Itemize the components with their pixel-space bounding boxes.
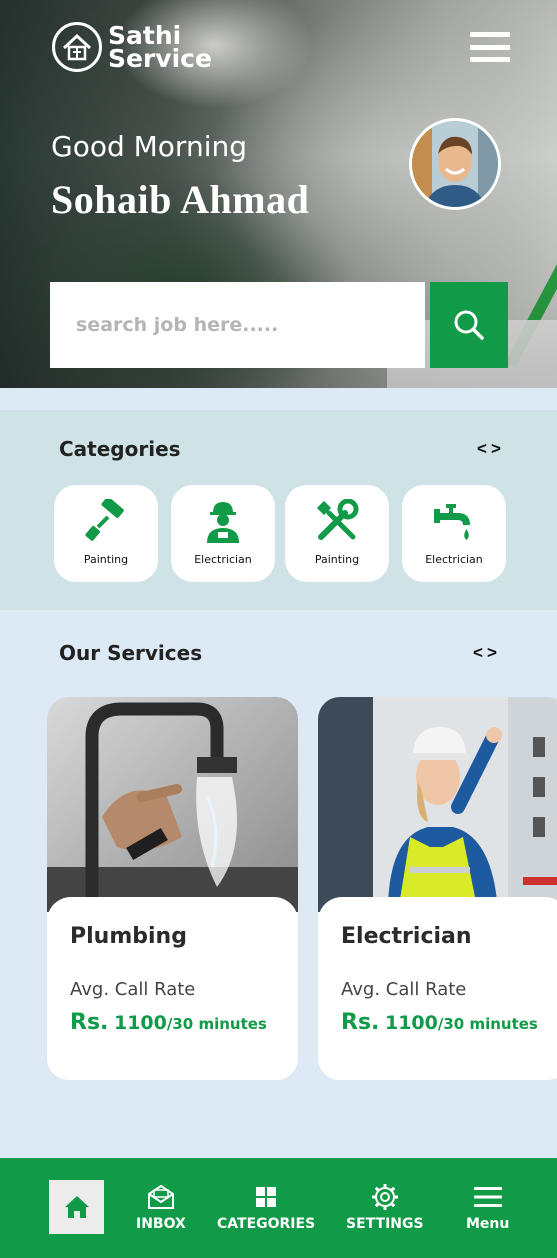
categories-next-button[interactable]: > <box>491 439 501 459</box>
search-input[interactable] <box>76 314 406 336</box>
plumbing-image <box>47 697 298 912</box>
avatar[interactable] <box>409 118 501 210</box>
service-name: Plumbing <box>70 924 187 949</box>
price-amount: 1100 <box>384 1012 438 1034</box>
category-label: Painting <box>314 553 360 566</box>
categories-prev-button[interactable]: < <box>477 439 487 459</box>
wrench-screwdriver-icon <box>315 499 359 543</box>
hamburger-menu-button[interactable] <box>470 32 510 62</box>
paint-roller-icon <box>84 499 128 543</box>
service-info: Plumbing Avg. Call Rate Rs. 1100/30 minu… <box>47 897 298 1080</box>
service-card-plumbing[interactable]: Plumbing Avg. Call Rate Rs. 1100/30 minu… <box>47 697 298 1080</box>
category-card-painting[interactable]: Painting <box>54 485 158 582</box>
service-card-electrician[interactable]: Electrician Avg. Call Rate Rs. 1100/30 m… <box>318 697 557 1080</box>
category-card-electrician[interactable]: Electrician <box>171 485 275 582</box>
search-box <box>50 282 425 368</box>
hamburger-icon <box>470 32 510 37</box>
price-currency: Rs. <box>70 1010 109 1035</box>
nav-label: CATEGORIES <box>217 1216 316 1232</box>
price-currency: Rs. <box>341 1010 380 1035</box>
category-card-painting-tools[interactable]: Painting <box>285 485 389 582</box>
envelope-icon <box>147 1182 175 1212</box>
grid-icon <box>255 1182 277 1212</box>
user-name: Sohaib Ahmad <box>51 177 310 222</box>
electrician-image <box>318 697 557 912</box>
nav-label: INBOX <box>136 1216 186 1232</box>
nav-settings[interactable]: SETTINGS <box>346 1182 424 1232</box>
categories-section: Categories < > Painting Electrician Pain… <box>0 410 557 610</box>
hamburger-bar <box>470 57 510 62</box>
services-section: Our Services < > Plumbing Avg. Call Rate… <box>0 612 557 1158</box>
search-button[interactable] <box>430 282 508 368</box>
logo-text: Sathi Service <box>108 23 212 73</box>
price-amount: 1100 <box>113 1012 167 1034</box>
services-arrows: < > <box>473 643 497 663</box>
service-info: Electrician Avg. Call Rate Rs. 1100/30 m… <box>318 897 557 1080</box>
price-period: /30 minutes <box>437 1015 538 1033</box>
service-name: Electrician <box>341 924 472 949</box>
categories-title: Categories <box>59 437 181 461</box>
logo-icon <box>52 22 102 72</box>
services-prev-button[interactable]: < <box>473 643 483 663</box>
price-period: /30 minutes <box>166 1015 267 1033</box>
water-tap-icon <box>432 499 476 543</box>
nav-label: SETTINGS <box>346 1216 424 1232</box>
nav-inbox[interactable]: INBOX <box>136 1182 186 1232</box>
services-title: Our Services <box>59 641 203 665</box>
service-price: Rs. 1100/30 minutes <box>70 1010 298 1035</box>
category-card-plumbing[interactable]: Electrician <box>402 485 506 582</box>
nav-label: Menu <box>466 1216 510 1232</box>
category-label: Painting <box>83 553 129 566</box>
hamburger-icon <box>473 1182 503 1212</box>
home-icon <box>64 1196 89 1218</box>
categories-arrows: < > <box>477 439 501 459</box>
nav-home-button[interactable] <box>49 1180 104 1234</box>
category-label: Electrician <box>194 553 252 566</box>
gear-icon <box>371 1182 399 1212</box>
service-price: Rs. 1100/30 minutes <box>341 1010 557 1035</box>
greeting-text: Good Morning <box>51 130 247 163</box>
search-icon <box>454 310 484 340</box>
brand-logo[interactable]: Sathi Service <box>52 22 212 72</box>
nav-categories[interactable]: CATEGORIES <box>217 1182 315 1232</box>
category-label: Electrician <box>425 553 483 566</box>
hamburger-bar <box>470 44 510 50</box>
nav-menu[interactable]: Menu <box>466 1182 509 1232</box>
services-next-button[interactable]: > <box>487 643 497 663</box>
service-rate-label: Avg. Call Rate <box>341 979 467 1000</box>
service-rate-label: Avg. Call Rate <box>70 979 196 1000</box>
electrician-worker-icon <box>203 499 243 543</box>
logo-line2: Service <box>108 44 212 73</box>
bottom-navigation: INBOX CATEGORIES SETTINGS Menu <box>0 1158 557 1258</box>
